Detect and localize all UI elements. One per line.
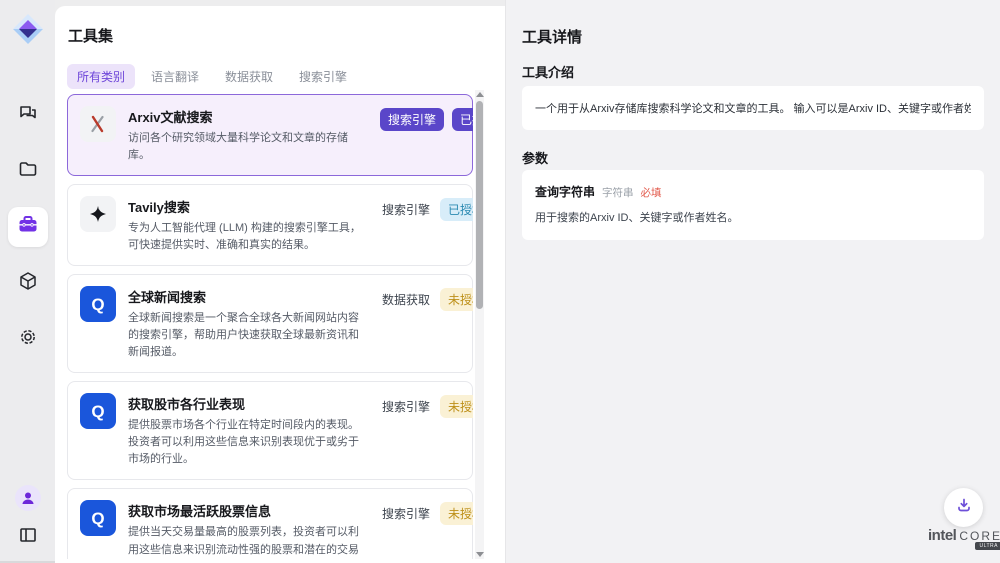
intel-core-logo: intel CORE ULTRA: [928, 527, 1000, 544]
status-badge: 未授权: [440, 502, 473, 525]
tool-name: 全球新闻搜索: [128, 287, 368, 306]
toolbox-icon: [16, 213, 40, 242]
intro-box: 一个用于从Arxiv存储库搜索科学论文和文章的工具。 输入可以是Arxiv ID…: [522, 86, 984, 130]
nav-tools-button[interactable]: [8, 207, 48, 247]
category-badge: 搜索引擎: [380, 198, 432, 221]
scrollbar-up-arrow[interactable]: [476, 92, 484, 97]
list-scrollbar[interactable]: [475, 90, 484, 559]
detail-title: 工具详情: [522, 26, 582, 47]
param-type: 字符串: [602, 185, 634, 200]
param-description: 用于搜索的Arxiv ID、关键字或作者姓名。: [535, 209, 971, 225]
nav-settings-button[interactable]: [8, 319, 48, 359]
tool-card-active-stocks[interactable]: Q 获取市场最活跃股票信息 提供当天交易量最高的股票列表，投资者可以利用这些信息…: [67, 488, 473, 559]
intro-text: 一个用于从Arxiv存储库搜索科学论文和文章的工具。 输入可以是Arxiv ID…: [535, 100, 971, 116]
status-badge: 未授权: [440, 395, 473, 418]
category-badge: 搜索引擎: [380, 502, 432, 525]
package-icon: [17, 270, 39, 297]
sidebar-rail: [0, 0, 55, 561]
intel-wordmark: intel: [928, 527, 956, 544]
tab-data-retrieval[interactable]: 数据获取: [215, 64, 283, 89]
category-tabs: 所有类别 语言翻译 数据获取 搜索引擎: [67, 64, 357, 89]
tool-description: 全球新闻搜索是一个聚合全球各大新闻网站内容的搜索引擎，帮助用户快速获取全球最新资…: [128, 310, 368, 361]
tab-language-translation[interactable]: 语言翻译: [141, 64, 209, 89]
param-required-flag: 必填: [641, 185, 662, 200]
tool-description: 提供股票市场各个行业在特定时间段内的表现。投资者可以利用这些信息来识别表现优于或…: [128, 417, 368, 468]
blue-q-search-icon: Q: [80, 286, 116, 322]
tool-card-global-news[interactable]: Q 全球新闻搜索 全球新闻搜索是一个聚合全球各大新闻网站内容的搜索引擎，帮助用户…: [67, 274, 473, 373]
tab-all-categories[interactable]: 所有类别: [67, 64, 135, 89]
blue-q-search-icon: Q: [80, 500, 116, 536]
tool-description: 提供当天交易量最高的股票列表，投资者可以利用这些信息来识别流动性强的股票和潜在的…: [128, 524, 368, 559]
app-logo: [11, 12, 45, 51]
nav-chat-button[interactable]: [8, 95, 48, 135]
scrollbar-thumb[interactable]: [476, 101, 483, 309]
nav-files-button[interactable]: [8, 151, 48, 191]
collapse-panel-icon[interactable]: [18, 525, 38, 545]
tab-search-engine[interactable]: 搜索引擎: [289, 64, 357, 89]
page-title: 工具集: [68, 25, 113, 46]
sparkle-star-icon: [80, 196, 116, 232]
tool-name: 获取股市各行业表现: [128, 394, 368, 413]
tool-detail-panel: 工具详情 工具介绍 一个用于从Arxiv存储库搜索科学论文和文章的工具。 输入可…: [505, 0, 1000, 563]
ultra-badge: ULTRA: [975, 542, 1000, 550]
core-wordmark: CORE ULTRA: [959, 529, 1000, 543]
status-badge: 已授权: [440, 198, 473, 221]
tool-card-tavily[interactable]: Tavily搜索 专为人工智能代理 (LLM) 构建的搜索引擎工具，可快速提供实…: [67, 184, 473, 266]
tool-description: 访问各个研究领域大量科学论文和文章的存储库。: [128, 130, 368, 164]
tool-list-panel: 工具集 所有类别 语言翻译 数据获取 搜索引擎 Arxiv文献搜索 访问各个研究…: [55, 6, 505, 563]
category-badge: 搜索引擎: [380, 395, 432, 418]
status-badge: 已授权: [452, 108, 473, 131]
tool-card-list: Arxiv文献搜索 访问各个研究领域大量科学论文和文章的存储库。 搜索引擎 已授…: [67, 94, 473, 559]
tool-name: Arxiv文献搜索: [128, 107, 368, 126]
param-item: 查询字符串 字符串 必填 用于搜索的Arxiv ID、关键字或作者姓名。: [522, 170, 984, 240]
tool-name: 获取市场最活跃股票信息: [128, 501, 368, 520]
intro-heading: 工具介绍: [522, 62, 574, 81]
category-badge: 数据获取: [380, 288, 432, 311]
gear-icon: [17, 326, 39, 353]
status-badge: 未授权: [440, 288, 473, 311]
tool-name: Tavily搜索: [128, 197, 368, 216]
user-avatar[interactable]: [15, 485, 41, 511]
app-window: 工具集 所有类别 语言翻译 数据获取 搜索引擎 Arxiv文献搜索 访问各个研究…: [0, 0, 1000, 563]
download-button[interactable]: [944, 488, 983, 527]
tool-card-sector-performance[interactable]: Q 获取股市各行业表现 提供股票市场各个行业在特定时间段内的表现。投资者可以利用…: [67, 381, 473, 480]
category-badge: 搜索引擎: [380, 108, 444, 131]
param-name: 查询字符串: [535, 183, 595, 200]
blue-q-search-icon: Q: [80, 393, 116, 429]
tool-description: 专为人工智能代理 (LLM) 构建的搜索引擎工具，可快速提供实时、准确和真实的结…: [128, 220, 368, 254]
folder-icon: [17, 158, 39, 185]
download-icon: [955, 496, 973, 519]
scrollbar-down-arrow[interactable]: [476, 552, 484, 557]
chat-icon: [17, 102, 39, 129]
arxiv-icon: [80, 106, 116, 142]
tool-card-arxiv[interactable]: Arxiv文献搜索 访问各个研究领域大量科学论文和文章的存储库。 搜索引擎 已授…: [67, 94, 473, 176]
params-heading: 参数: [522, 148, 548, 167]
nav-plugins-button[interactable]: [8, 263, 48, 303]
